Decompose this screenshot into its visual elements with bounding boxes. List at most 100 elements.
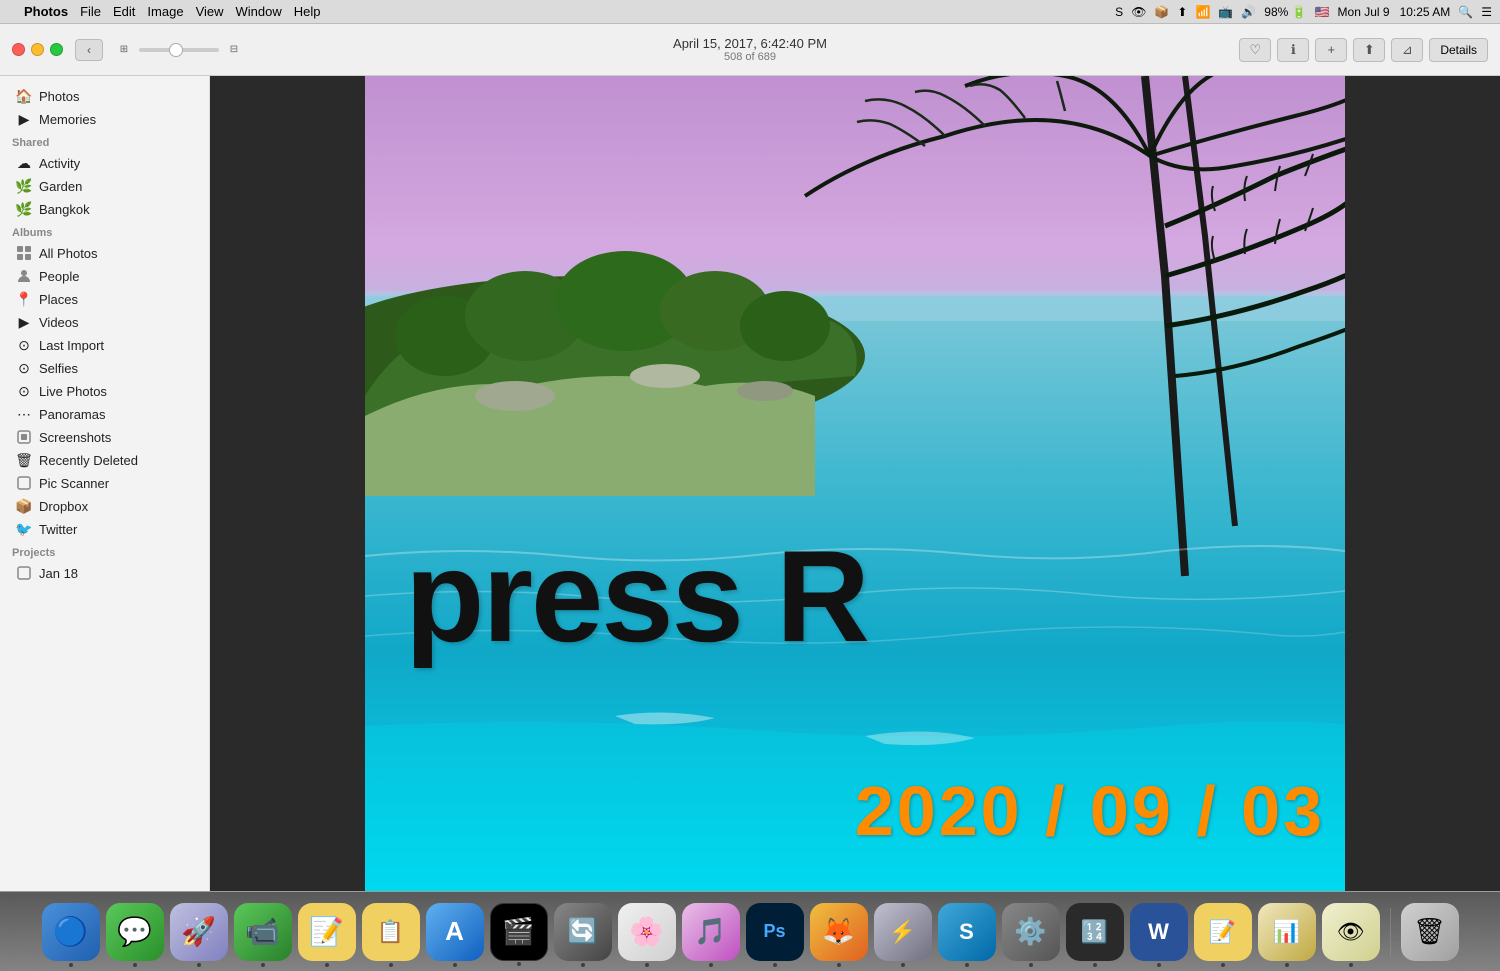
photo-scene xyxy=(365,76,1345,891)
menu-image[interactable]: Image xyxy=(147,4,183,19)
dock-stickies2[interactable]: 📝 xyxy=(1194,903,1252,961)
grid-small-icon: ⊞ xyxy=(113,39,135,61)
press-r-text: press R xyxy=(405,531,868,661)
sidebar-item-panoramas[interactable]: ⋯ Panoramas xyxy=(4,403,205,425)
sidebar-label-jan18: Jan 18 xyxy=(39,566,78,581)
add-button[interactable]: + xyxy=(1315,38,1347,62)
zoom-track[interactable] xyxy=(139,48,219,52)
dock-word[interactable]: W xyxy=(1130,903,1188,961)
grid-large-icon: ⊟ xyxy=(223,39,245,61)
sidebar-item-twitter[interactable]: 🐦 Twitter xyxy=(4,518,205,540)
back-button[interactable]: ‹ xyxy=(75,39,103,61)
zoom-thumb[interactable] xyxy=(169,43,183,57)
menu-edit[interactable]: Edit xyxy=(113,4,135,19)
share-button[interactable]: ⬆ xyxy=(1353,38,1385,62)
dock-notes[interactable]: 📋 xyxy=(362,903,420,961)
dock-photos[interactable]: 🌸 xyxy=(618,903,676,961)
dock: 🔵 💬 🚀 📹 📝 📋 A 🎬 🔄 🌸 🎵 Ps xyxy=(0,891,1500,971)
photo-date: April 15, 2017, 6:42:40 PM xyxy=(673,36,827,51)
dock-firefox[interactable]: 🦊 xyxy=(810,903,868,961)
dock-skype[interactable]: S xyxy=(938,903,996,961)
nav-buttons: ‹ xyxy=(75,39,103,61)
sidebar-item-people[interactable]: People xyxy=(4,265,205,287)
sidebar-item-videos[interactable]: ▶ Videos xyxy=(4,311,205,333)
sidebar-item-screenshots[interactable]: Screenshots xyxy=(4,426,205,448)
sidebar-label-dropbox: Dropbox xyxy=(39,499,88,514)
close-button[interactable] xyxy=(12,43,25,56)
sidebar-label-selfies: Selfies xyxy=(39,361,78,376)
activity-icon: ☁ xyxy=(16,155,32,171)
info-button[interactable]: ℹ xyxy=(1277,38,1309,62)
dock-separator xyxy=(1390,908,1391,956)
eyecon-menubar: 👁 xyxy=(1131,5,1146,19)
sidebar-item-places[interactable]: 📍 Places xyxy=(4,288,205,310)
dock-final-cut[interactable]: 🎬 xyxy=(490,903,548,961)
sidebar-item-photos[interactable]: 🏠 Photos xyxy=(4,85,205,107)
sidebar-label-pic-scanner: Pic Scanner xyxy=(39,476,109,491)
titlebar-actions: ♡ ℹ + ⬆ ⊿ Details xyxy=(1239,38,1488,62)
menu-window[interactable]: Window xyxy=(236,4,282,19)
dock-system-prefs[interactable]: ⚙️ xyxy=(1002,903,1060,961)
search-icon[interactable]: 🔍 xyxy=(1458,5,1473,19)
sidebar-item-bangkok[interactable]: 🌿 Bangkok xyxy=(4,198,205,220)
sidebar-label-twitter: Twitter xyxy=(39,522,77,537)
dock-quicksilver[interactable]: ⚡ xyxy=(874,903,932,961)
menubar: Photos File Edit Image View Window Help … xyxy=(0,0,1500,24)
sidebar-item-jan18[interactable]: Jan 18 xyxy=(4,562,205,584)
dock-photoshop[interactable]: Ps xyxy=(746,903,804,961)
sidebar-item-pic-scanner[interactable]: Pic Scanner xyxy=(4,472,205,494)
dock-migrate[interactable]: 🔄 xyxy=(554,903,612,961)
sidebar-label-people: People xyxy=(39,269,79,284)
sidebar-label-screenshots: Screenshots xyxy=(39,430,111,445)
sidebar-item-all-photos[interactable]: All Photos xyxy=(4,242,205,264)
sidebar-label-all-photos: All Photos xyxy=(39,246,98,261)
minimize-button[interactable] xyxy=(31,43,44,56)
sidebar-item-activity[interactable]: ☁ Activity xyxy=(4,152,205,174)
dock-itunes[interactable]: 🎵 xyxy=(682,903,740,961)
dropbox-menubar-icon: 📦 xyxy=(1154,5,1169,19)
menu-help[interactable]: Help xyxy=(294,4,321,19)
menu-view[interactable]: View xyxy=(196,4,224,19)
sidebar-toggle-icon[interactable]: ☰ xyxy=(1481,5,1492,19)
battery-indicator: 98% 🔋 xyxy=(1264,5,1306,19)
sidebar-item-last-import[interactable]: ⊙ Last Import xyxy=(4,334,205,356)
backup-menubar-icon: ⬆ xyxy=(1177,5,1187,19)
dock-stickies[interactable]: 📝 xyxy=(298,903,356,961)
favorite-button[interactable]: ♡ xyxy=(1239,38,1271,62)
memories-icon: ▶ xyxy=(16,111,32,127)
dock-facetime[interactable]: 📹 xyxy=(234,903,292,961)
sidebar-label-recently-deleted: Recently Deleted xyxy=(39,453,138,468)
dock-preview[interactable]: 👁 xyxy=(1322,903,1380,961)
dock-keynote[interactable]: 📊 xyxy=(1258,903,1316,961)
sidebar-item-live-photos[interactable]: ⊙ Live Photos xyxy=(4,380,205,402)
details-button[interactable]: Details xyxy=(1429,38,1488,62)
sidebar-item-garden[interactable]: 🌿 Garden xyxy=(4,175,205,197)
adjust-button[interactable]: ⊿ xyxy=(1391,38,1423,62)
menu-file[interactable]: File xyxy=(80,4,101,19)
dock-trash[interactable]: 🗑 xyxy=(1401,903,1459,961)
dropbox-icon: 📦 xyxy=(16,498,32,514)
sidebar-item-recently-deleted[interactable]: 🗑 Recently Deleted xyxy=(4,449,205,471)
app-name[interactable]: Photos xyxy=(24,4,68,19)
sidebar-label-garden: Garden xyxy=(39,179,82,194)
dock-app-store[interactable]: A xyxy=(426,903,484,961)
dock-messages[interactable]: 💬 xyxy=(106,903,164,961)
selfies-icon: ⊙ xyxy=(16,360,32,376)
dock-calculator[interactable]: 🔢 xyxy=(1066,903,1124,961)
sidebar-item-memories[interactable]: ▶ Memories xyxy=(4,108,205,130)
sidebar-item-selfies[interactable]: ⊙ Selfies xyxy=(4,357,205,379)
photos-icon: 🏠 xyxy=(16,88,32,104)
titlebar: ‹ ⊞ ⊟ April 15, 2017, 6:42:40 PM 508 of … xyxy=(0,24,1500,76)
date-time: Mon Jul 9 10:25 AM xyxy=(1338,5,1451,19)
albums-header: Albums xyxy=(0,221,209,241)
twitter-icon: 🐦 xyxy=(16,521,32,537)
maximize-button[interactable] xyxy=(50,43,63,56)
dock-launchpad[interactable]: 🚀 xyxy=(170,903,228,961)
zoom-slider[interactable]: ⊞ ⊟ xyxy=(113,39,245,61)
sidebar-label-live-photos: Live Photos xyxy=(39,384,107,399)
videos-icon: ▶ xyxy=(16,314,32,330)
sidebar-item-dropbox[interactable]: 📦 Dropbox xyxy=(4,495,205,517)
sidebar-label-panoramas: Panoramas xyxy=(39,407,105,422)
dock-finder[interactable]: 🔵 xyxy=(42,903,100,961)
sidebar-label-memories: Memories xyxy=(39,112,96,127)
